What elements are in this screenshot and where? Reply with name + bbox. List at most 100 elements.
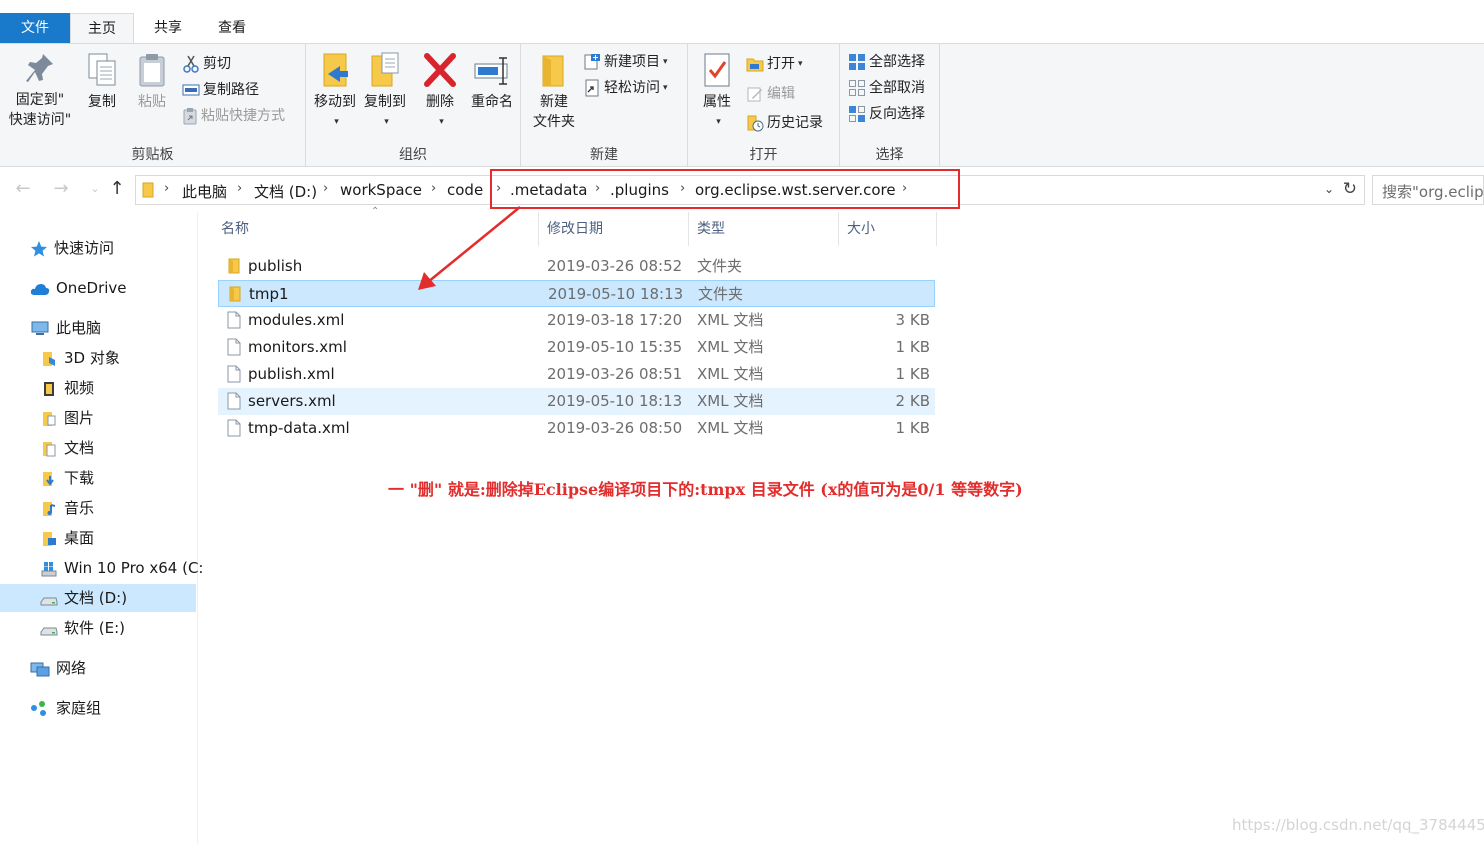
breadcrumb-workspace[interactable]: workSpace (340, 181, 422, 199)
move-to-dropdown-icon: ▾ (334, 117, 339, 127)
nav-downloads[interactable]: 下载 (40, 464, 94, 492)
search-input[interactable]: 搜索"org.eclip (1372, 175, 1484, 205)
easy-access-button[interactable]: 轻松访问 ▾ (583, 76, 668, 100)
rename-button[interactable]: 重命名 (466, 48, 518, 112)
column-header-label: 大小 (847, 221, 875, 237)
up-arrow-icon[interactable]: ↑ (106, 178, 128, 200)
table-row[interactable]: servers.xml 2019-05-10 18:13 XML 文档 2 KB (218, 388, 935, 415)
nav-music[interactable]: 音乐 (40, 494, 94, 522)
address-dropdown-chevron-icon[interactable]: ⌄ (1324, 182, 1334, 196)
network-icon (30, 662, 50, 676)
nav-drive-d[interactable]: 文档 (D:) (0, 584, 196, 612)
group-organize: 移动到 ▾ 复制到 ▾ 删除 ▾ 重命名 组织 (306, 44, 521, 166)
edit-button[interactable]: 编辑 (746, 82, 795, 106)
folder-icon (228, 258, 240, 274)
file-name: monitors.xml (248, 338, 347, 356)
scissors-icon (183, 55, 199, 73)
column-header-name[interactable]: 名称 (215, 212, 539, 246)
file-date: 2019-03-26 08:50 (547, 419, 683, 437)
nav-onedrive[interactable]: OneDrive (30, 274, 127, 302)
cut-button[interactable]: 剪切 (182, 52, 231, 76)
breadcrumb-code[interactable]: code (447, 181, 483, 199)
breadcrumb-separator-icon: › (431, 181, 437, 196)
tab-view[interactable]: 查看 (201, 13, 263, 43)
select-all-button[interactable]: 全部选择 (848, 50, 925, 74)
tab-file[interactable]: 文件 (0, 13, 70, 43)
copy-to-button[interactable]: 复制到 ▾ (360, 48, 410, 132)
table-row[interactable]: publish 2019-03-26 08:52 文件夹 (218, 253, 935, 280)
tab-home[interactable]: 主页 (70, 13, 134, 43)
column-header-date[interactable]: 修改日期 (541, 212, 689, 246)
copy-path-icon (182, 84, 200, 96)
back-arrow-icon[interactable]: ← (12, 178, 34, 200)
nav-documents[interactable]: 文档 (40, 434, 94, 462)
easy-access-label: 轻松访问 (604, 80, 660, 96)
open-button[interactable]: 打开 ▾ (746, 52, 803, 76)
delete-button[interactable]: 删除 ▾ (418, 48, 462, 132)
file-name: servers.xml (248, 392, 336, 410)
table-row[interactable]: modules.xml 2019-03-18 17:20 XML 文档 3 KB (218, 307, 935, 334)
nav-drive-e[interactable]: 软件 (E:) (40, 614, 125, 642)
new-folder-button[interactable]: 新建 文件夹 (527, 48, 581, 132)
invert-selection-button[interactable]: 反向选择 (848, 102, 925, 126)
file-type: XML 文档 (697, 338, 764, 356)
nav-label: 文档 (64, 439, 95, 457)
nav-quick-access[interactable]: 快速访问 (30, 234, 114, 262)
file-icon (227, 392, 241, 410)
copy-button[interactable]: 复制 (80, 48, 124, 112)
nav-3d-objects[interactable]: 3D 对象 (40, 344, 120, 372)
history-button[interactable]: 历史记录 (746, 111, 823, 135)
file-date: 2019-05-10 18:13 (547, 392, 683, 410)
table-row[interactable]: monitors.xml 2019-05-10 15:35 XML 文档 1 KB (218, 334, 935, 361)
column-header-type[interactable]: 类型 (691, 212, 839, 246)
table-row[interactable]: tmp1 2019-05-10 18:13 文件夹 (218, 280, 935, 307)
new-item-button[interactable]: 新建项目 ▾ (583, 50, 668, 74)
file-date: 2019-03-26 08:52 (547, 257, 683, 275)
nav-desktop[interactable]: 桌面 (40, 524, 94, 552)
nav-label: 3D 对象 (64, 349, 120, 367)
nav-homegroup[interactable]: 家庭组 (30, 694, 101, 722)
file-size: 2 KB (895, 392, 930, 410)
select-all-icon (849, 54, 865, 70)
nav-network[interactable]: 网络 (30, 654, 86, 682)
cut-label: 剪切 (203, 56, 231, 72)
breadcrumb-this-pc[interactable]: 此电脑 (182, 181, 227, 202)
breadcrumb-drive-d[interactable]: 文档 (D:) (254, 181, 317, 202)
recent-locations-chevron-icon[interactable]: ⌄ (84, 178, 106, 200)
column-header-label: 名称 (221, 221, 249, 237)
nav-label: 此电脑 (56, 319, 102, 337)
nav-pictures[interactable]: 图片 (40, 404, 94, 432)
file-date: 2019-05-10 15:35 (547, 338, 683, 356)
refresh-icon[interactable]: ↻ (1343, 179, 1357, 199)
delete-x-icon (424, 53, 456, 87)
nav-label: 音乐 (64, 499, 95, 517)
copy-path-button[interactable]: 复制路径 (182, 78, 259, 102)
easy-access-icon (585, 79, 599, 97)
pin-quick-access-button[interactable]: 固定到" 快速访问" (4, 48, 76, 130)
file-size: 1 KB (895, 338, 930, 356)
nav-drive-c[interactable]: Win 10 Pro x64 (C: (40, 554, 203, 582)
file-size: 3 KB (895, 311, 930, 329)
paste-shortcut-button[interactable]: 粘贴快捷方式 (182, 104, 285, 128)
properties-label: 属性 (703, 94, 731, 110)
nav-label: Win 10 Pro x64 (C: (64, 559, 204, 577)
select-all-label: 全部选择 (869, 54, 925, 70)
forward-arrow-icon[interactable]: → (50, 178, 72, 200)
nav-this-pc[interactable]: 此电脑 (30, 314, 101, 342)
table-row[interactable]: publish.xml 2019-03-26 08:51 XML 文档 1 KB (218, 361, 935, 388)
tab-share[interactable]: 共享 (137, 13, 199, 43)
table-row[interactable]: tmp-data.xml 2019-03-26 08:50 XML 文档 1 KB (218, 415, 935, 442)
move-to-button[interactable]: 移动到 ▾ (310, 48, 360, 132)
easy-access-dropdown-icon: ▾ (663, 83, 668, 93)
move-to-label: 移动到 (314, 94, 356, 110)
copy-to-dropdown-icon: ▾ (384, 117, 389, 127)
file-date: 2019-05-10 18:13 (548, 285, 684, 303)
paste-label: 粘贴 (138, 94, 166, 110)
pictures-icon (43, 411, 56, 426)
column-header-size[interactable]: 大小 (841, 212, 937, 246)
paste-button[interactable]: 粘贴 (130, 48, 174, 112)
nav-videos[interactable]: 视频 (40, 374, 94, 402)
paste-shortcut-icon (183, 108, 197, 125)
properties-button[interactable]: 属性 ▾ (694, 48, 740, 132)
select-none-button[interactable]: 全部取消 (848, 76, 925, 100)
